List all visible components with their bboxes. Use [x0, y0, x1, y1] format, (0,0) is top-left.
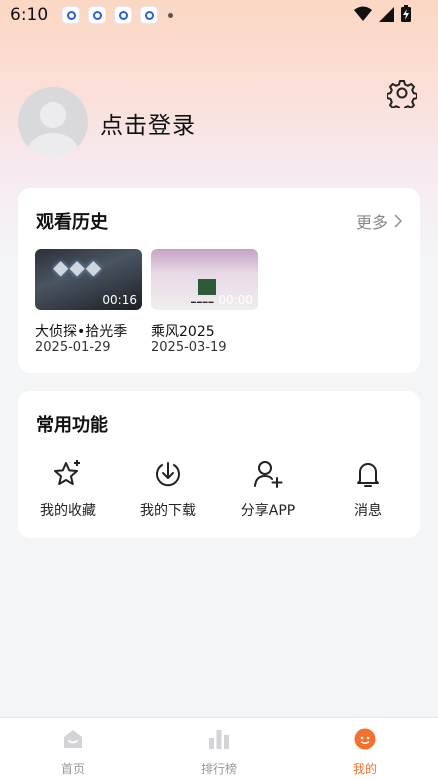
- status-bar: 6:10: [0, 0, 438, 30]
- gear-icon: [386, 80, 418, 112]
- function-label: 我的收藏: [40, 503, 96, 519]
- downloads-button[interactable]: 我的下载: [118, 458, 218, 520]
- more-notifications-dot: [168, 12, 174, 18]
- status-time: 6:10: [10, 5, 49, 25]
- thumbnail-artwork: [198, 279, 216, 295]
- nav-label: 首页: [60, 762, 85, 776]
- history-item-title[interactable]: 大侦探•拾光季: [35, 321, 127, 341]
- video-duration: 00:16: [102, 293, 137, 307]
- nav-label: 我的: [352, 762, 377, 776]
- section-title: 常用功能: [36, 415, 108, 436]
- share-user-icon: [254, 461, 283, 488]
- nav-home[interactable]: 首页: [33, 728, 113, 777]
- bottom-nav: 首页 排行榜 我的: [0, 717, 438, 779]
- nav-mine[interactable]: 我的: [325, 728, 405, 777]
- login-link[interactable]: 点击登录: [100, 106, 196, 140]
- section-title: 观看历史: [36, 212, 108, 233]
- default-avatar-icon: [27, 102, 79, 157]
- battery-icon: [401, 5, 411, 22]
- ranking-icon: [209, 730, 229, 749]
- avatar[interactable]: [18, 87, 88, 157]
- history-thumbnail[interactable]: ━━━━ 00:00: [151, 249, 258, 310]
- function-label: 消息: [354, 503, 382, 519]
- baidu-notification-icon: [88, 6, 107, 24]
- profile-icon: [354, 728, 376, 750]
- baidu-notification-icon: [140, 6, 159, 24]
- wifi-icon: [354, 6, 372, 21]
- favorites-button[interactable]: 我的收藏: [18, 458, 118, 520]
- more-link[interactable]: 更多: [356, 209, 402, 233]
- watch-history-card: 观看历史 更多 ◆◆◆ 00:16 大侦探•拾光季 2025-01-29 ━━━…: [18, 188, 420, 373]
- nav-label: 排行榜: [200, 762, 237, 776]
- bell-icon: [357, 463, 379, 487]
- history-item-title[interactable]: 乘风2025: [151, 321, 215, 341]
- history-thumbnail[interactable]: ◆◆◆ 00:16: [35, 249, 142, 310]
- nav-ranking[interactable]: 排行榜: [179, 728, 259, 777]
- thumbnail-artwork: ◆◆◆: [53, 255, 103, 279]
- video-duration: 00:00: [218, 293, 253, 307]
- baidu-notification-icon: [62, 6, 81, 24]
- more-label: 更多: [355, 213, 388, 232]
- settings-button[interactable]: [386, 78, 418, 112]
- home-icon: [64, 730, 82, 748]
- history-item-date: 2025-03-19: [151, 340, 227, 355]
- baidu-notification-icon: [114, 6, 133, 24]
- share-app-button[interactable]: 分享APP: [218, 458, 318, 520]
- signal-icon: [379, 7, 394, 22]
- chevron-right-icon: [394, 214, 402, 228]
- thumbnail-logo: ━━━━: [191, 298, 215, 307]
- history-item-date: 2025-01-29: [35, 340, 111, 355]
- star-icon: [54, 460, 80, 485]
- common-functions-card: 常用功能 我的收藏 我的下载 分享APP 消息: [18, 391, 420, 538]
- function-label: 分享APP: [240, 503, 296, 519]
- messages-button[interactable]: 消息: [318, 458, 418, 520]
- download-icon: [156, 462, 180, 487]
- function-label: 我的下载: [140, 503, 196, 519]
